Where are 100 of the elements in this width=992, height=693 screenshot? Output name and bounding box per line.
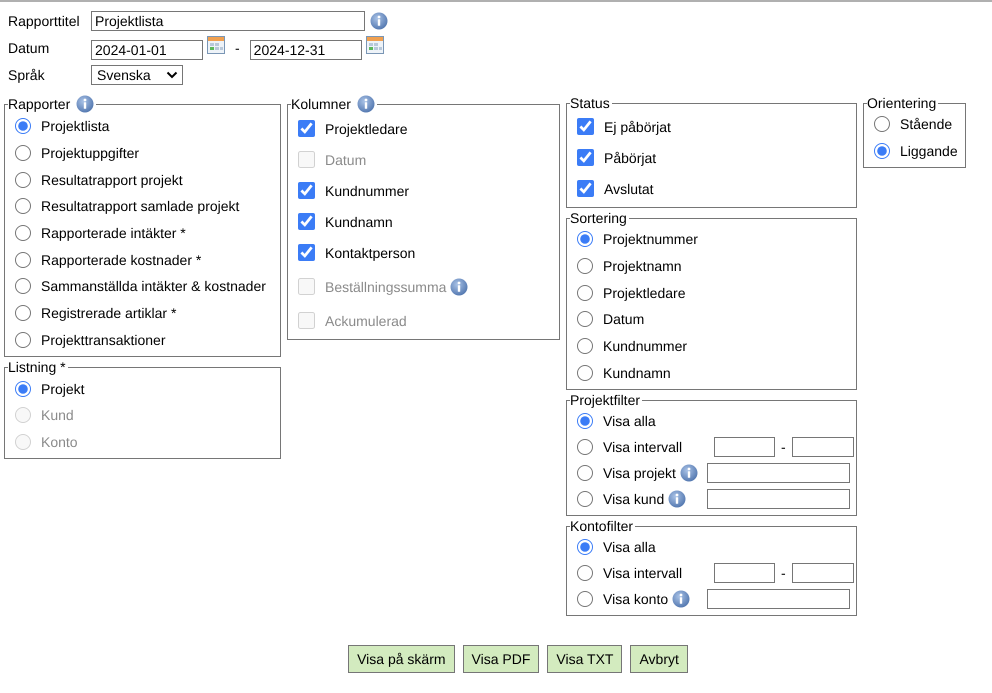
radio-button[interactable] bbox=[577, 539, 593, 556]
radio-button[interactable] bbox=[874, 143, 890, 160]
filter-field[interactable] bbox=[707, 589, 850, 610]
option-label: Projekt bbox=[41, 380, 85, 397]
option-label: Registrerade artiklar * bbox=[41, 305, 176, 322]
calendar-icon[interactable] bbox=[207, 36, 225, 54]
option-label: Visa konto bbox=[603, 591, 668, 608]
checkbox[interactable] bbox=[298, 182, 315, 199]
option-label: Ackumulerad bbox=[325, 312, 407, 328]
checkbox[interactable] bbox=[577, 180, 594, 197]
date-field[interactable]: 2024-12-31 bbox=[250, 40, 362, 60]
checkbox[interactable] bbox=[298, 213, 315, 230]
option-label: Projektnummer bbox=[603, 231, 698, 248]
radio-button[interactable] bbox=[15, 252, 31, 268]
info-icon[interactable] bbox=[672, 590, 690, 608]
option-label: Liggande bbox=[900, 143, 958, 160]
radio-button[interactable] bbox=[577, 338, 593, 354]
option-label: Rapporterade intäkter * bbox=[41, 225, 186, 242]
title-field[interactable]: Projektlista bbox=[91, 11, 365, 31]
radio-button[interactable] bbox=[15, 172, 31, 188]
option-label: Sammanställda intäkter & kostnader bbox=[41, 278, 266, 294]
filter-field[interactable] bbox=[707, 463, 850, 484]
option-label: Visa alla bbox=[603, 539, 656, 556]
option-label: Kundnummer bbox=[603, 338, 688, 354]
range-separator: - bbox=[781, 439, 786, 456]
option-label: Kundnamn bbox=[603, 364, 671, 381]
option-label: Resultatrapport samlade projekt bbox=[41, 198, 240, 214]
action-button[interactable]: Visa PDF bbox=[462, 645, 540, 674]
info-icon[interactable] bbox=[76, 95, 94, 113]
range-separator: - bbox=[781, 565, 786, 582]
option-label: Projekttransaktioner bbox=[41, 332, 166, 348]
radio-button[interactable] bbox=[15, 145, 31, 162]
option-label: Konto bbox=[41, 434, 78, 450]
checkbox[interactable] bbox=[577, 118, 594, 135]
option-label: Avslutat bbox=[604, 180, 654, 196]
radio-button[interactable] bbox=[577, 565, 593, 582]
field-label: Datum bbox=[8, 40, 50, 56]
date-separator: - bbox=[235, 40, 240, 56]
info-icon[interactable] bbox=[680, 464, 698, 482]
calendar-icon[interactable] bbox=[366, 36, 384, 54]
option-label: Projektlista bbox=[41, 118, 110, 134]
radio-button[interactable] bbox=[577, 439, 593, 456]
checkbox[interactable] bbox=[298, 120, 315, 137]
panel-title: Sortering bbox=[570, 210, 627, 226]
checkbox[interactable] bbox=[577, 149, 594, 166]
action-button[interactable]: Avbryt bbox=[630, 645, 688, 674]
info-icon[interactable] bbox=[370, 12, 388, 30]
option-label: Beställningssumma bbox=[325, 278, 446, 294]
radio-button[interactable] bbox=[15, 198, 31, 214]
radio-button[interactable] bbox=[577, 491, 593, 508]
filter-field[interactable] bbox=[707, 489, 850, 510]
language-select[interactable]: Svenska bbox=[91, 65, 183, 85]
option-label: Visa intervall bbox=[603, 565, 682, 582]
action-button[interactable]: Visa TXT bbox=[547, 645, 622, 674]
radio-button[interactable] bbox=[15, 305, 31, 322]
radio-button[interactable] bbox=[577, 364, 593, 381]
range-from-field[interactable] bbox=[714, 563, 775, 584]
panel-title: Rapporter bbox=[8, 96, 70, 112]
panel-title: Projektfilter bbox=[570, 392, 640, 408]
radio-button[interactable] bbox=[577, 258, 593, 274]
option-label: Projektledare bbox=[325, 120, 408, 136]
radio-button[interactable] bbox=[577, 284, 593, 301]
option-label: Kundnummer bbox=[325, 182, 410, 198]
option-label: Rapporterade kostnader * bbox=[41, 252, 202, 268]
option-label: Visa intervall bbox=[603, 439, 682, 456]
option-label: Projektledare bbox=[603, 284, 686, 301]
option-label: Visa projekt bbox=[603, 465, 676, 482]
option-label: Resultatrapport projekt bbox=[41, 172, 183, 188]
range-from-field[interactable] bbox=[714, 437, 775, 458]
option-label: Projektnamn bbox=[603, 258, 682, 274]
panel-title: Status bbox=[570, 95, 610, 111]
option-label: Påbörjat bbox=[604, 150, 656, 166]
field-label: Språk bbox=[8, 67, 46, 83]
date-field[interactable]: 2024-01-01 bbox=[91, 40, 203, 60]
option-label: Projektuppgifter bbox=[41, 145, 140, 162]
checkbox[interactable] bbox=[298, 244, 315, 261]
radio-button[interactable] bbox=[15, 225, 31, 242]
radio-button[interactable] bbox=[874, 116, 890, 132]
info-icon[interactable] bbox=[356, 95, 375, 113]
radio-button[interactable] bbox=[15, 380, 31, 397]
radio-button[interactable] bbox=[15, 332, 31, 348]
action-button[interactable]: Visa på skärm bbox=[348, 645, 455, 674]
option-label: Kundnamn bbox=[325, 214, 393, 230]
radio-button[interactable] bbox=[577, 413, 593, 430]
panel-title: Kontofilter bbox=[570, 518, 634, 534]
option-label: Visa alla bbox=[603, 413, 656, 430]
radio-button[interactable] bbox=[577, 311, 593, 328]
radio-button[interactable] bbox=[577, 231, 593, 248]
radio-button[interactable] bbox=[577, 591, 593, 608]
option-label: Kontaktperson bbox=[325, 244, 416, 260]
radio-button[interactable] bbox=[577, 465, 593, 482]
option-label: Visa kund bbox=[603, 491, 664, 508]
panel-title: Listning * bbox=[8, 359, 66, 376]
radio-button[interactable] bbox=[15, 278, 31, 294]
info-icon[interactable] bbox=[668, 490, 686, 508]
range-to-field[interactable] bbox=[792, 437, 854, 458]
radio-button[interactable] bbox=[15, 118, 31, 134]
option-label: Ej påbörjat bbox=[604, 118, 671, 134]
panel-title: Orientering bbox=[867, 95, 936, 111]
range-to-field[interactable] bbox=[792, 563, 854, 584]
